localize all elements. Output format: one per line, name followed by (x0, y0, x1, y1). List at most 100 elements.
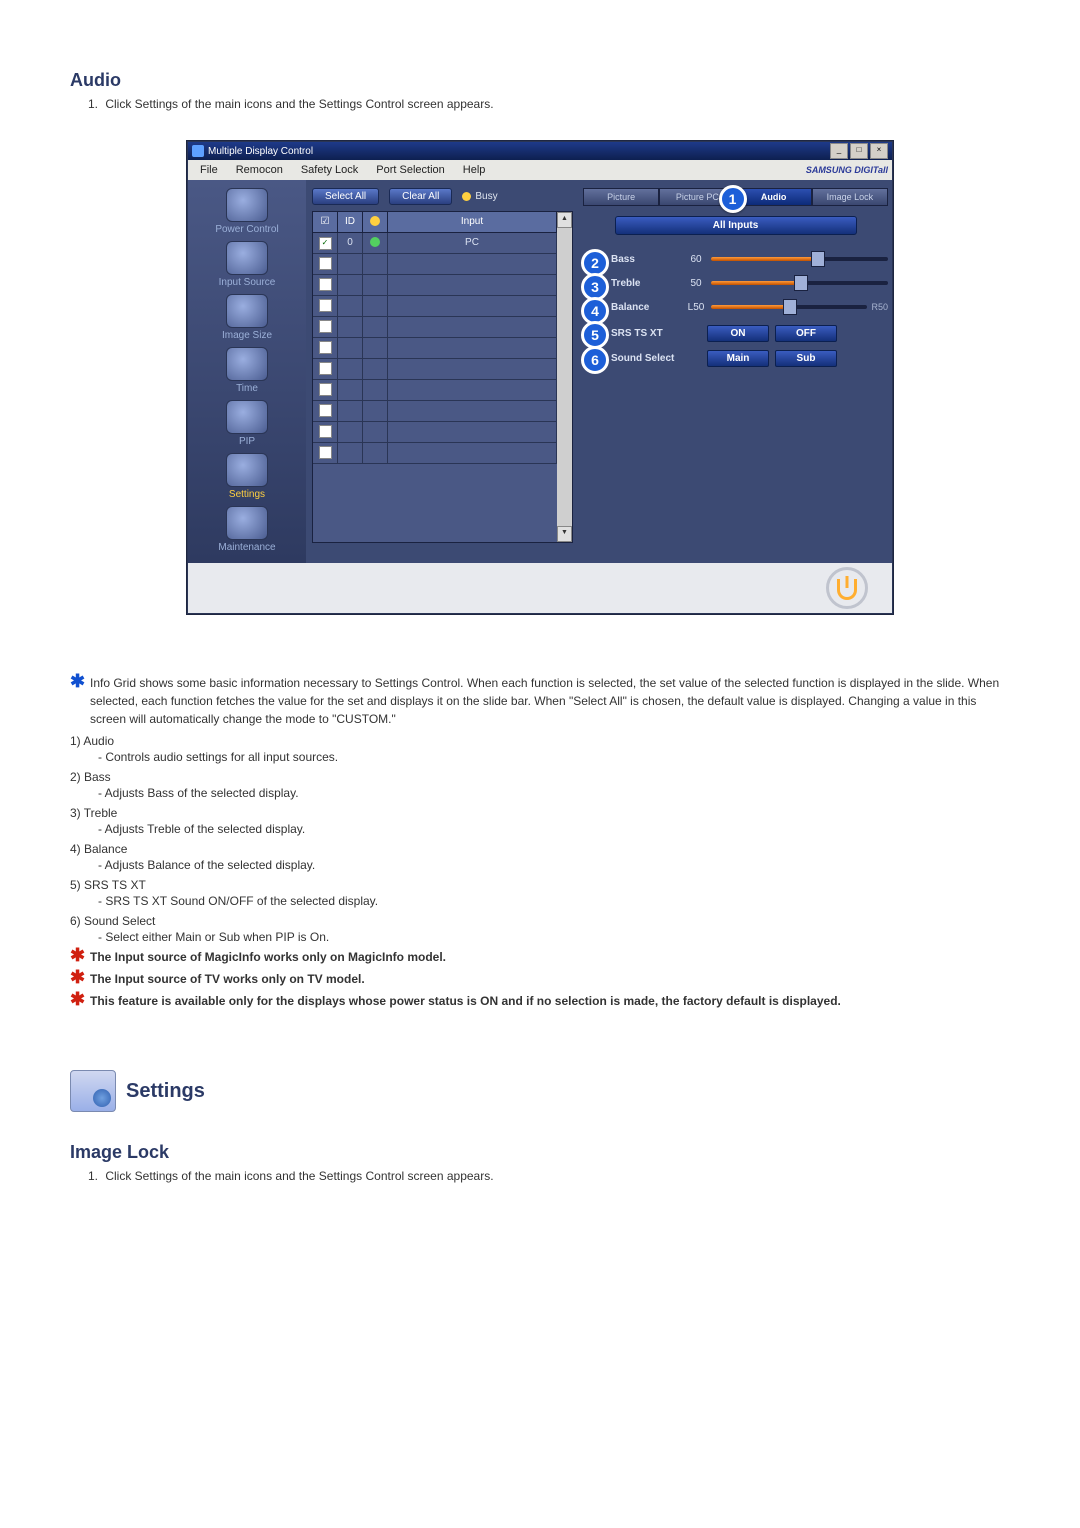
select-all-button[interactable]: Select All (312, 188, 379, 205)
table-row[interactable] (313, 317, 557, 338)
pip-icon (226, 400, 268, 434)
table-row[interactable] (313, 296, 557, 317)
clear-all-button[interactable]: Clear All (389, 188, 452, 205)
tab-image-lock[interactable]: Image Lock (812, 188, 888, 206)
table-row[interactable] (313, 359, 557, 380)
table-row[interactable] (313, 401, 557, 422)
table-row[interactable] (313, 254, 557, 275)
mode-option-1[interactable]: ON (707, 325, 769, 342)
desc-item-sub: - Controls audio settings for all input … (98, 750, 1010, 764)
intro-text: Click Settings of the main icons and the… (105, 1169, 493, 1183)
mode-label: SRS TS XT (611, 328, 701, 339)
row-id (338, 275, 363, 295)
minimize-button[interactable]: _ (830, 143, 848, 159)
slider-label: Treble (611, 278, 681, 289)
mode-option-2[interactable]: Sub (775, 350, 837, 367)
mode-option-1[interactable]: Main (707, 350, 769, 367)
slider-balance: 4BalanceL50R50 (583, 301, 888, 313)
row-checkbox[interactable] (313, 422, 338, 442)
row-input (388, 338, 557, 358)
menu-safety-lock[interactable]: Safety Lock (293, 162, 366, 178)
table-row[interactable]: ✓0 PC (313, 233, 557, 254)
table-row[interactable] (313, 338, 557, 359)
sidebar-item-image-size[interactable]: Image Size (192, 294, 302, 341)
row-id (338, 401, 363, 421)
table-row[interactable] (313, 275, 557, 296)
note-text: The Input source of MagicInfo works only… (90, 948, 1010, 966)
menu-file[interactable]: File (192, 162, 226, 178)
star-icon: ✱ (70, 948, 90, 966)
sidebar-item-label: Maintenance (218, 542, 275, 553)
status-header-icon (370, 216, 380, 226)
slider-bass: 2Bass60 (583, 253, 888, 265)
sidebar-item-label: PIP (239, 436, 255, 447)
row-input: PC (388, 233, 557, 253)
settings-section-icon (70, 1070, 116, 1112)
maximize-button[interactable]: □ (850, 143, 868, 159)
slider-track[interactable] (711, 277, 888, 289)
sidebar-item-power-control[interactable]: Power Control (192, 188, 302, 235)
menu-port-selection[interactable]: Port Selection (368, 162, 452, 178)
settings-section-head: Settings (70, 1070, 1010, 1112)
close-button[interactable]: × (870, 143, 888, 159)
row-checkbox[interactable] (313, 338, 338, 358)
slider-label: Bass (611, 254, 681, 265)
row-checkbox[interactable] (313, 359, 338, 379)
table-row[interactable] (313, 422, 557, 443)
info-text: Info Grid shows some basic information n… (90, 674, 1010, 728)
row-checkbox[interactable] (313, 296, 338, 316)
callout-6: 6 (581, 346, 609, 374)
app-window: Multiple Display Control _ □ × File Remo… (187, 141, 893, 614)
row-checkbox[interactable]: ✓ (313, 233, 338, 253)
row-id: 0 (338, 233, 363, 253)
sidebar-item-maintenance[interactable]: Maintenance (192, 506, 302, 553)
row-checkbox[interactable] (313, 254, 338, 274)
menu-help[interactable]: Help (455, 162, 494, 178)
star-icon: ✱ (70, 674, 90, 728)
scroll-up-icon[interactable]: ▲ (557, 212, 572, 228)
table-row[interactable] (313, 380, 557, 401)
callout-1: 1 (719, 185, 747, 213)
row-checkbox[interactable] (313, 380, 338, 400)
row-input (388, 380, 557, 400)
sidebar-item-pip[interactable]: PIP (192, 400, 302, 447)
sidebar-item-settings[interactable]: Settings (192, 453, 302, 500)
app-icon (192, 145, 204, 157)
all-inputs-button[interactable]: All Inputs (615, 216, 857, 235)
menu-remocon[interactable]: Remocon (228, 162, 291, 178)
row-status (363, 359, 388, 379)
slider-track[interactable] (711, 301, 867, 313)
sidebar-item-time[interactable]: Time (192, 347, 302, 394)
row-checkbox[interactable] (313, 443, 338, 463)
row-status (363, 254, 388, 274)
busy-dot-icon (462, 192, 471, 201)
row-checkbox[interactable] (313, 275, 338, 295)
tab-picture[interactable]: Picture (583, 188, 659, 206)
mode-option-2[interactable]: OFF (775, 325, 837, 342)
row-status (363, 422, 388, 442)
row-checkbox[interactable] (313, 401, 338, 421)
slider-track[interactable] (711, 253, 888, 265)
slider-thumb[interactable] (783, 299, 797, 315)
col-check[interactable]: ☑ (313, 212, 338, 232)
table-row[interactable] (313, 443, 557, 464)
tab-audio[interactable]: 1 Audio (736, 188, 812, 206)
row-checkbox[interactable] (313, 317, 338, 337)
mode-row-srs-ts-xt: 5SRS TS XTONOFF (583, 325, 888, 342)
brand-label: SAMSUNG DIGITall (806, 165, 888, 175)
desc-item-sub: - Adjusts Balance of the selected displa… (98, 858, 1010, 872)
slider-thumb[interactable] (794, 275, 808, 291)
scroll-down-icon[interactable]: ▼ (557, 526, 572, 542)
slider-thumb[interactable] (811, 251, 825, 267)
sidebar-item-label: Time (236, 383, 258, 394)
row-id (338, 443, 363, 463)
slider-right-label: R50 (871, 302, 888, 312)
image-size-icon (226, 294, 268, 328)
star-icon: ✱ (70, 992, 90, 1010)
slider-value: 60 (681, 254, 711, 265)
sidebar-item-input-source[interactable]: Input Source (192, 241, 302, 288)
settings-icon (226, 453, 268, 487)
desc-item-sub: - Select either Main or Sub when PIP is … (98, 930, 1010, 944)
grid-scrollbar[interactable]: ▲ ▼ (557, 212, 572, 542)
settings-panel: Picture Picture PC 1 Audio Image Lock Al… (579, 180, 892, 563)
